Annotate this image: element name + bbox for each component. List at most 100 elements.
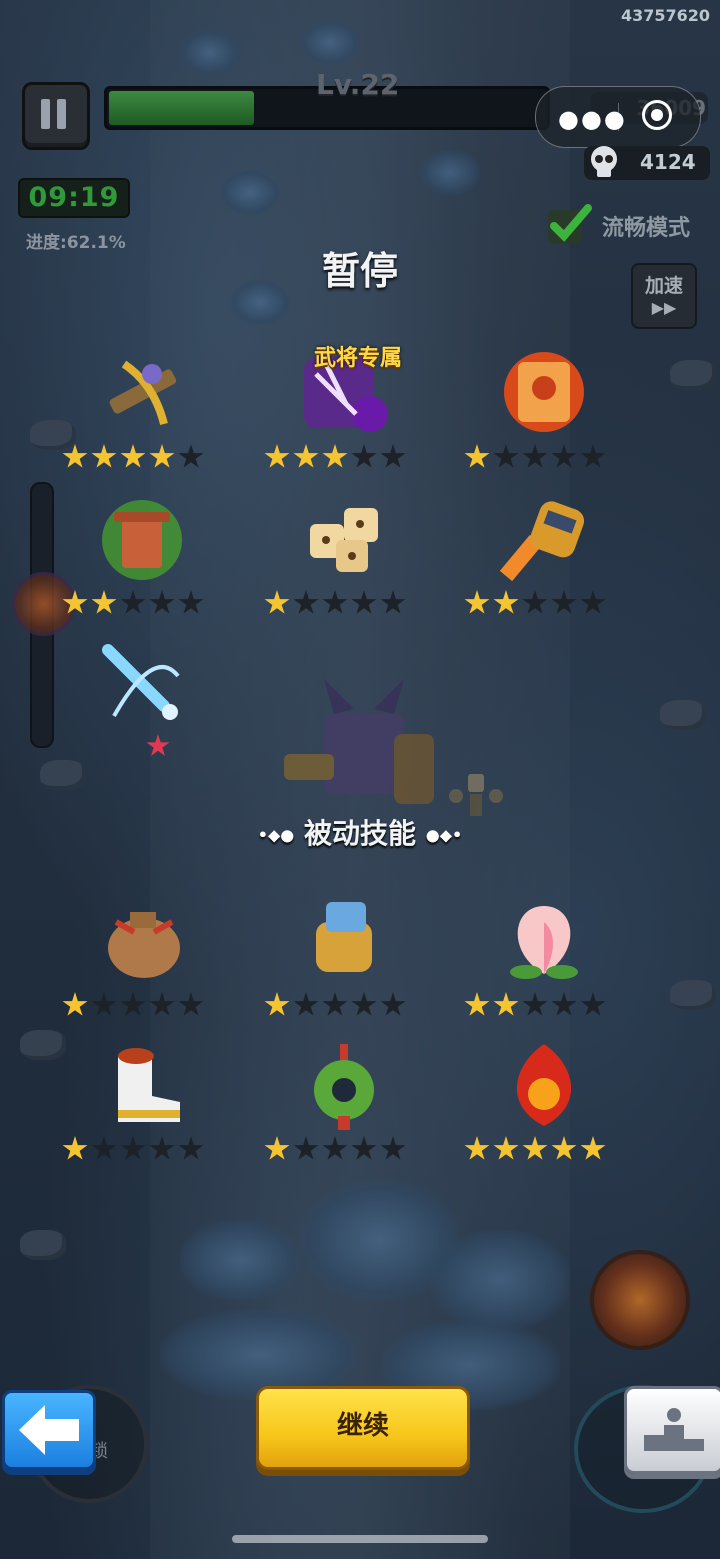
star-icon	[464, 992, 490, 1016]
active-skill-slot[interactable]	[450, 344, 620, 484]
ice-crystal	[220, 170, 280, 215]
star-rating	[250, 992, 420, 1020]
star-icon	[522, 1136, 548, 1160]
pause-icon	[41, 99, 50, 129]
skull-icon	[591, 146, 617, 177]
star-icon	[351, 444, 377, 468]
star-icon	[551, 444, 577, 468]
leaderboard-button[interactable]	[624, 1386, 720, 1474]
star-rating	[48, 992, 218, 1020]
star-icon	[91, 444, 117, 468]
passive-skill-slot[interactable]	[250, 1036, 420, 1176]
rock	[660, 700, 706, 730]
star-icon	[91, 590, 117, 614]
star-icon	[120, 444, 146, 468]
star-icon	[380, 444, 406, 468]
star-rating	[250, 444, 420, 472]
star-rating	[250, 590, 420, 618]
star-icon	[149, 590, 175, 614]
star-icon	[62, 444, 88, 468]
star-icon	[322, 1136, 348, 1160]
active-skill-slot[interactable]	[48, 490, 218, 630]
star-icon	[351, 992, 377, 1016]
star-icon	[149, 1136, 175, 1160]
jade-coin-icon	[296, 1036, 392, 1132]
star-icon	[580, 590, 606, 614]
green-brazier-icon	[94, 490, 190, 586]
home-indicator	[232, 1535, 488, 1543]
pause-title: 暂停	[321, 249, 398, 293]
passive-title: 被动技能	[303, 817, 416, 850]
star-icon	[322, 590, 348, 614]
star-icon	[380, 992, 406, 1016]
active-skill-slot[interactable]	[250, 490, 420, 630]
passive-skill-slot[interactable]	[48, 892, 218, 1032]
hero-sprite	[284, 679, 434, 804]
ice-crystal	[180, 1220, 300, 1300]
close-icon[interactable]	[642, 100, 672, 130]
level-label: Lv.22	[316, 68, 400, 101]
star-rating	[450, 1136, 620, 1164]
arrow-left-icon	[19, 1405, 79, 1455]
miniprogram-capsule[interactable]: ●●●	[535, 86, 701, 148]
star-rating	[48, 1136, 218, 1164]
dice-icon	[296, 490, 392, 586]
flame-orb-icon	[496, 1036, 592, 1132]
ice-crystal	[300, 20, 360, 65]
star-icon	[580, 1136, 606, 1160]
ice-sword-icon	[94, 636, 190, 732]
more-icon[interactable]: ●●●	[558, 105, 627, 133]
star-icon	[120, 1136, 146, 1160]
star-icon	[264, 992, 290, 1016]
xp-bar-fill	[109, 91, 255, 125]
passive-skill-slot[interactable]	[450, 892, 620, 1032]
star-icon	[178, 590, 204, 614]
active-skill-slot[interactable]	[450, 490, 620, 630]
star-icon	[120, 992, 146, 1016]
active-skill-slot[interactable]	[48, 344, 218, 484]
continue-button[interactable]: 继续	[256, 1386, 470, 1470]
star-icon	[380, 590, 406, 614]
star-icon	[522, 444, 548, 468]
star-icon	[62, 1136, 88, 1160]
star-icon	[91, 992, 117, 1016]
star-icon	[551, 590, 577, 614]
star-rating	[48, 444, 218, 472]
star-icon	[464, 1136, 490, 1160]
star-icon	[293, 590, 319, 614]
ultimate-skill-button[interactable]	[590, 1250, 690, 1350]
fast-forward-icon: ▶▶	[651, 298, 677, 317]
kill-value: 4124	[640, 150, 696, 174]
boot-icon	[94, 1036, 190, 1132]
star-icon	[322, 444, 348, 468]
star-icon	[580, 992, 606, 1016]
rock	[20, 1230, 66, 1260]
star-icon	[264, 1136, 290, 1160]
smooth-mode-toggle[interactable]: 流畅模式	[602, 210, 690, 242]
rock	[670, 980, 716, 1010]
fire-scroll-icon	[496, 344, 592, 440]
star-icon	[149, 444, 175, 468]
star-icon	[62, 992, 88, 1016]
star-icon	[264, 444, 290, 468]
passive-skill-slot[interactable]	[450, 1036, 620, 1176]
game-timer: 09:19	[18, 178, 130, 218]
passive-skill-slot[interactable]	[48, 1036, 218, 1176]
star-icon	[178, 992, 204, 1016]
rocket-fist-icon	[496, 490, 592, 586]
ice-crystal	[420, 150, 480, 195]
star-rating	[450, 992, 620, 1020]
star-icon	[62, 590, 88, 614]
sack-icon	[94, 892, 190, 988]
star-icon	[120, 590, 146, 614]
star-icon	[464, 444, 490, 468]
star-icon	[551, 992, 577, 1016]
passive-skill-slot[interactable]	[250, 892, 420, 1032]
pause-button[interactable]	[22, 82, 90, 150]
star-icon	[493, 1136, 519, 1160]
star-rating	[450, 444, 620, 472]
star-icon	[522, 590, 548, 614]
star-icon	[91, 1136, 117, 1160]
active-skill-slot[interactable]	[48, 636, 218, 776]
back-button[interactable]	[2, 1390, 96, 1470]
